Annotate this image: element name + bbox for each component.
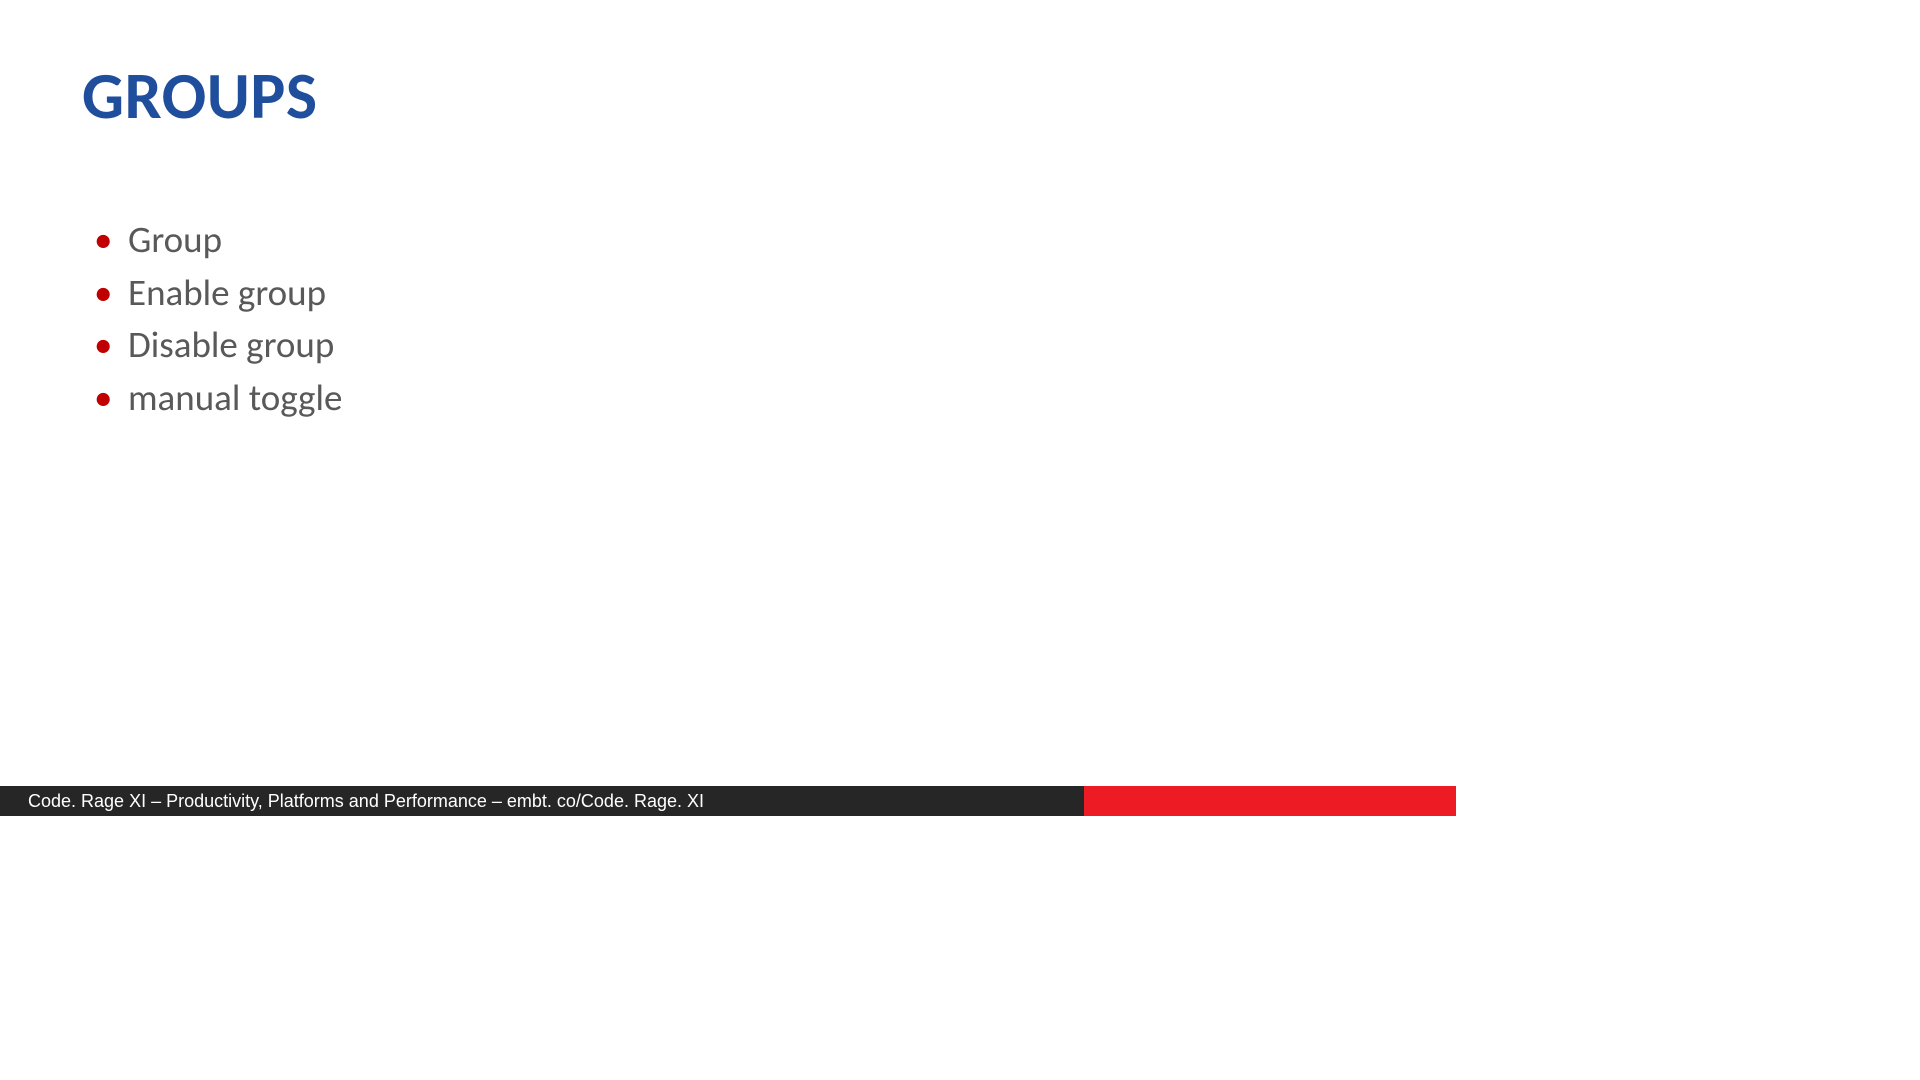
- bullet-item: Enable group: [90, 267, 342, 320]
- bullet-list: Group Enable group Disable group manual …: [90, 214, 342, 424]
- slide-title: GROUPS: [82, 55, 318, 136]
- bullet-item: Disable group: [90, 319, 342, 372]
- bullet-item: Group: [90, 214, 342, 267]
- footer-text: Code. Rage XI – Productivity, Platforms …: [0, 786, 1084, 816]
- footer-accent: [1084, 786, 1456, 816]
- bullet-item: manual toggle: [90, 372, 342, 425]
- footer: Code. Rage XI – Productivity, Platforms …: [0, 786, 1456, 816]
